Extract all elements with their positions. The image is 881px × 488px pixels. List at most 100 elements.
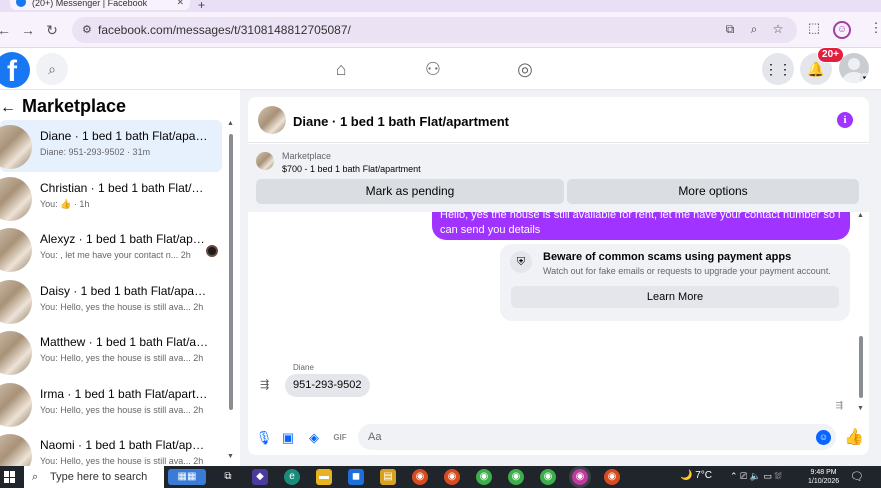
reply-options-icon[interactable]: ⇶: [260, 378, 269, 391]
chrome-icon[interactable]: ◉: [508, 469, 524, 485]
sidebar-scrollbar[interactable]: ▲ ▼: [227, 120, 235, 460]
groups-icon[interactable]: ◎: [512, 56, 538, 82]
file-explorer-icon[interactable]: ▬: [316, 469, 332, 485]
site-info-icon[interactable]: ⚙: [82, 23, 96, 37]
store-icon[interactable]: ◼: [348, 469, 364, 485]
search-icon: ⌕: [32, 471, 39, 483]
widgets-icon[interactable]: ▦▦: [168, 469, 206, 485]
conversation-name: Naomi · 1 bed 1 bath Flat/apart...: [40, 438, 210, 452]
reload-icon[interactable]: ↻: [42, 20, 62, 40]
conversation-preview: You: Hello, yes the house is still ava..…: [40, 456, 204, 466]
browser-tab-strip: (20+) Messenger | Facebook ✕ +: [0, 0, 881, 12]
extensions-icon[interactable]: ⬚: [804, 20, 824, 36]
incoming-message-bubble[interactable]: 951-293-9502: [285, 374, 370, 397]
temperature-text: 7°C: [695, 470, 713, 481]
listing-thumbnail[interactable]: [256, 152, 274, 170]
conversation-item[interactable]: Alexyz · 1 bed 1 bath Flat/apar... You: …: [0, 223, 222, 275]
windows-start-icon[interactable]: [4, 471, 16, 483]
back-arrow-icon[interactable]: ←: [0, 99, 16, 116]
scroll-up-icon[interactable]: ▲: [857, 212, 864, 219]
conversation-list: Diane · 1 bed 1 bath Flat/apartm... Dian…: [0, 120, 222, 466]
back-arrow-icon[interactable]: ←: [0, 20, 14, 40]
facebook-favicon-icon: [16, 0, 26, 7]
task-view-icon[interactable]: ⧉: [220, 469, 236, 485]
windows-taskbar: ⌕ Type here to search ▦▦ ⧉ ◆ e ▬ ◼ ▤ ◉ ◉…: [0, 466, 881, 488]
message-input[interactable]: [358, 424, 836, 450]
chat-header: Diane · 1 bed 1 bath Flat/apartment i: [248, 97, 869, 143]
conversation-name: Irma · 1 bed 1 bath Flat/apartment: [40, 386, 210, 401]
chat-avatar[interactable]: [258, 106, 286, 134]
info-icon[interactable]: i: [837, 112, 853, 128]
address-bar[interactable]: ⚙ facebook.com/messages/t/31081488127050…: [72, 17, 797, 43]
close-tab-icon[interactable]: ✕: [176, 0, 184, 8]
chrome-icon[interactable]: ◉: [412, 469, 428, 485]
listing-price[interactable]: $700 - 1 bed 1 bath Flat/apartment: [282, 164, 421, 174]
outgoing-message-bubble[interactable]: Hello, yes the house is still available …: [432, 212, 850, 240]
chat-title[interactable]: Diane · 1 bed 1 bath Flat/apartment: [293, 114, 509, 129]
search-icon[interactable]: ⌕: [36, 53, 68, 85]
conversation-item[interactable]: Diane · 1 bed 1 bath Flat/apartm... Dian…: [0, 120, 222, 172]
conversation-item[interactable]: Daisy · 1 bed 1 bath Flat/apartm... You:…: [0, 275, 222, 327]
conversation-preview: You: , let me have your contact n... 2h: [40, 250, 191, 260]
marketplace-label: Marketplace: [282, 151, 332, 161]
new-tab-icon[interactable]: +: [198, 0, 205, 12]
chrome-icon[interactable]: ◉: [444, 469, 460, 485]
conversation-item[interactable]: Naomi · 1 bed 1 bath Flat/apart... You: …: [0, 429, 222, 466]
facebook-header: f ⌕ ⌂ ⚇ ◎ ⋮⋮ 🔔 20+ ▾: [0, 47, 881, 90]
system-tray[interactable]: ⌃ ⎚ 🔈 ▭ ⛆: [730, 471, 782, 482]
scrollbar-thumb[interactable]: [859, 336, 863, 398]
bookmark-star-icon[interactable]: ☆: [770, 22, 786, 36]
install-app-icon[interactable]: ⧉: [722, 22, 738, 37]
conversation-name: Matthew · 1 bed 1 bath Flat/apar...: [40, 335, 210, 349]
scroll-up-icon[interactable]: ▲: [227, 120, 234, 127]
taskbar-clock[interactable]: 9:48 PM 1/10/2026: [808, 468, 839, 486]
sticker-icon[interactable]: ◈: [304, 428, 324, 448]
conversation-preview: You: Hello, yes the house is still ava..…: [40, 353, 204, 363]
photo-icon[interactable]: ▣: [278, 428, 298, 448]
browser-toolbar: ← → ↻ ⚙ facebook.com/messages/t/31081488…: [0, 12, 881, 48]
friends-icon[interactable]: ⚇: [420, 56, 446, 82]
notifications-bell-icon[interactable]: 🔔 20+: [800, 47, 844, 85]
chrome-icon[interactable]: ◉: [540, 469, 556, 485]
facebook-logo-icon[interactable]: f: [0, 52, 30, 88]
learn-more-button[interactable]: Learn More: [511, 286, 839, 308]
conversation-avatar: [0, 279, 32, 324]
zoom-icon[interactable]: ⌕: [746, 22, 762, 37]
scroll-down-icon[interactable]: ▼: [857, 405, 864, 412]
notification-center-icon[interactable]: 🗨: [850, 470, 864, 483]
chrome-icon[interactable]: ◉: [476, 469, 492, 485]
edge-icon[interactable]: e: [284, 469, 300, 485]
profile-avatar[interactable]: ▾: [839, 53, 869, 83]
conversation-item[interactable]: Christian · 1 bed 1 bath Flat/apar... Yo…: [0, 172, 222, 224]
browser-tab[interactable]: (20+) Messenger | Facebook ✕: [10, 0, 190, 10]
browser-profile-icon[interactable]: ☺: [833, 21, 851, 39]
emoji-icon[interactable]: ☺: [816, 430, 831, 445]
taskbar-search[interactable]: ⌕ Type here to search: [24, 466, 164, 488]
thumbs-up-icon[interactable]: 👍: [844, 427, 864, 447]
scroll-down-icon[interactable]: ▼: [227, 453, 234, 460]
menu-grid-icon[interactable]: ⋮⋮: [762, 53, 794, 85]
chrome-icon[interactable]: ◉: [572, 469, 588, 485]
conversation-item[interactable]: Matthew · 1 bed 1 bath Flat/apar... You:…: [0, 326, 222, 378]
scam-warning-title: Beware of common scams using payment app…: [543, 251, 792, 263]
chrome-icon[interactable]: ◉: [604, 469, 620, 485]
home-icon[interactable]: ⌂: [328, 56, 354, 82]
gif-icon[interactable]: GIF: [330, 428, 350, 448]
chevron-down-icon: ▾: [859, 73, 869, 83]
browser-menu-icon[interactable]: ⋮: [866, 20, 881, 36]
url-text: facebook.com/messages/t/31081488127050​8…: [98, 23, 351, 37]
clock-time: 9:48 PM: [810, 469, 837, 476]
conversation-preview: Diane: 951-293-9502 · 31m: [40, 147, 151, 157]
mark-as-pending-button[interactable]: Mark as pending: [256, 179, 564, 204]
app-icon[interactable]: ▤: [380, 469, 396, 485]
copilot-icon[interactable]: ◆: [252, 469, 268, 485]
conversation-avatar: [0, 434, 32, 466]
microphone-icon[interactable]: 🎙: [254, 428, 274, 448]
conversation-item[interactable]: Irma · 1 bed 1 bath Flat/apartment You: …: [0, 378, 222, 430]
chat-scrollbar[interactable]: ▲ ▼: [857, 212, 865, 412]
sidebar-title: ← Marketplace: [0, 96, 127, 116]
forward-arrow-icon[interactable]: →: [18, 20, 38, 40]
scrollbar-thumb[interactable]: [229, 134, 233, 410]
weather-widget[interactable]: 🌙 7°C: [680, 470, 712, 481]
more-options-button[interactable]: More options: [567, 179, 859, 204]
